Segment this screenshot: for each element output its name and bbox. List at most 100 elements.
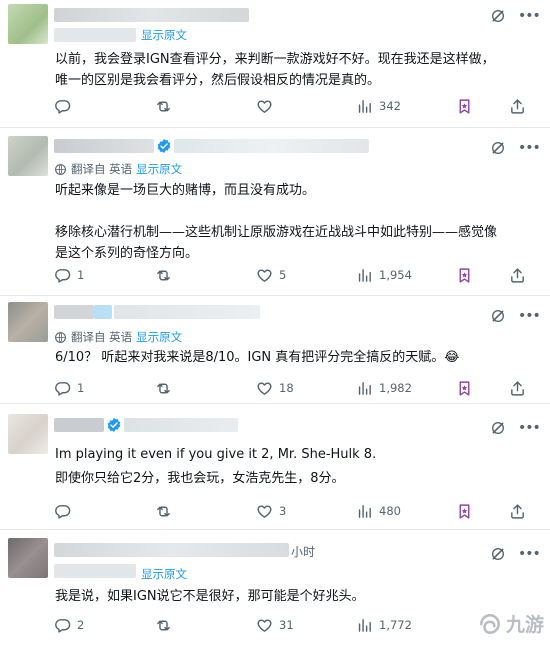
repost-button[interactable]: [155, 266, 178, 284]
heart-icon: [256, 380, 273, 397]
views-button[interactable]: 1,772: [356, 616, 412, 634]
show-original-link[interactable]: 显示原文: [136, 161, 182, 177]
grok-icon[interactable]: [490, 420, 506, 436]
reply-button[interactable]: 1: [54, 266, 84, 284]
bookmark-icon: [456, 267, 473, 284]
post-time[interactable]: 小时: [291, 543, 315, 560]
views-button[interactable]: 342: [356, 97, 401, 115]
bookmark-button[interactable]: [456, 97, 473, 115]
reply-button[interactable]: [54, 502, 77, 520]
bookmark-button[interactable]: [456, 502, 473, 520]
handle-redacted[interactable]: [54, 28, 136, 42]
bar-chart-icon: [356, 503, 373, 520]
translation-notice: 翻译自 英语 显示原文: [54, 161, 182, 177]
like-button[interactable]: 5: [256, 266, 286, 284]
watermark-swirl-icon: [480, 613, 500, 634]
repost-button[interactable]: [155, 616, 178, 634]
show-original-link[interactable]: 显示原文: [141, 566, 187, 582]
bookmark-button[interactable]: [456, 266, 473, 284]
handle-redacted[interactable]: [174, 139, 369, 153]
show-original-link[interactable]: 显示原文: [136, 329, 182, 345]
bookmark-button[interactable]: [456, 379, 473, 397]
reply-count: 1: [77, 268, 85, 282]
tweet-text: 听起来像是一场巨大的赌博，而且没有成功。 移除核心潜行机制——这些机制让原版游戏…: [55, 183, 498, 261]
reply-icon: [54, 617, 71, 634]
action-bar: 342: [54, 97, 534, 115]
like-count: 31: [279, 618, 294, 632]
reply-icon: [54, 503, 71, 520]
like-button[interactable]: 18: [256, 379, 294, 397]
display-name-redacted[interactable]: [54, 543, 289, 557]
more-icon[interactable]: •••: [518, 140, 541, 156]
tweet-2[interactable]: 翻译自 英语 显示原文 ••• 听起来像是一场巨大的赌博，而且没有成功。 移除核…: [0, 128, 550, 296]
avatar[interactable]: [8, 414, 48, 454]
bar-chart-icon: [356, 617, 373, 634]
bookmark-icon: [456, 503, 473, 520]
tweet-1[interactable]: 显示原文 ••• 以前，我会登录IGN查看评分，来判断一款游戏好不好。现在我还是…: [0, 0, 550, 128]
share-button[interactable]: [509, 97, 526, 115]
reply-count: 2: [77, 618, 85, 632]
reply-button[interactable]: 1: [54, 379, 84, 397]
show-original-link[interactable]: 显示原文: [141, 27, 187, 43]
like-count: 18: [279, 381, 294, 395]
reply-button[interactable]: [54, 97, 77, 115]
avatar[interactable]: [8, 4, 48, 44]
bar-chart-icon: [356, 380, 373, 397]
handle-redacted[interactable]: [54, 564, 136, 578]
like-button[interactable]: 31: [256, 616, 294, 634]
grok-icon[interactable]: [490, 140, 506, 156]
views-button[interactable]: 1,982: [356, 379, 412, 397]
bar-chart-icon: [356, 267, 373, 284]
display-name-redacted[interactable]: [54, 8, 249, 22]
heart-icon: [256, 503, 273, 520]
like-button[interactable]: [256, 97, 279, 115]
tweet-text: 我是说，如果IGN说它不是很好，那可能是个好兆头。: [55, 589, 365, 604]
share-button[interactable]: [509, 379, 526, 397]
reply-icon: [54, 380, 71, 397]
translate-icon: [54, 163, 67, 176]
repost-button[interactable]: [155, 379, 178, 397]
bookmark-icon: [456, 98, 473, 115]
more-icon[interactable]: •••: [518, 8, 541, 24]
bar-chart-icon: [356, 98, 373, 115]
display-name-redacted[interactable]: [54, 418, 104, 432]
more-icon[interactable]: •••: [518, 420, 541, 436]
more-icon[interactable]: •••: [518, 308, 541, 324]
repost-icon: [155, 380, 172, 397]
handle-redacted[interactable]: [114, 305, 260, 319]
avatar[interactable]: [8, 136, 48, 176]
share-button[interactable]: [509, 266, 526, 284]
more-icon[interactable]: •••: [518, 546, 541, 562]
translate-icon: [54, 331, 67, 344]
verified-badge-icon: [156, 138, 172, 154]
reply-count: 1: [77, 381, 85, 395]
display-name-redacted[interactable]: [54, 139, 154, 153]
heart-icon: [256, 267, 273, 284]
heart-icon: [256, 98, 273, 115]
translation-notice: 翻译自 英语 显示原文: [54, 329, 182, 345]
action-bar: 3 480: [54, 502, 534, 520]
like-button[interactable]: 3: [256, 502, 286, 520]
tweet-3[interactable]: 翻译自 英语 显示原文 ••• 6/10？ 听起来对我来说是8/10。IGN 真…: [0, 296, 550, 404]
views-button[interactable]: 1,954: [356, 266, 412, 284]
tweet-text: 6/10？ 听起来对我来说是8/10。IGN 真有把评分完全搞反的天赋。😂: [55, 350, 460, 365]
reply-icon: [54, 98, 71, 115]
grok-icon[interactable]: [490, 546, 506, 562]
display-name-redacted-accent[interactable]: [94, 305, 112, 319]
avatar[interactable]: [8, 538, 48, 578]
translated-from-label: 翻译自 英语: [71, 330, 133, 344]
display-name-redacted[interactable]: [54, 305, 94, 319]
translated-from-label: 翻译自 英语: [71, 162, 133, 176]
tweet-5[interactable]: 小时 显示原文 ••• 我是说，如果IGN说它不是很好，那可能是个好兆头。 2 …: [0, 530, 550, 645]
grok-icon[interactable]: [490, 8, 506, 24]
like-count: 3: [279, 504, 287, 518]
repost-button[interactable]: [155, 502, 178, 520]
reply-button[interactable]: 2: [54, 616, 84, 634]
avatar[interactable]: [8, 302, 48, 342]
share-button[interactable]: [509, 502, 526, 520]
views-button[interactable]: 480: [356, 502, 401, 520]
repost-button[interactable]: [155, 97, 178, 115]
grok-icon[interactable]: [490, 308, 506, 324]
tweet-4[interactable]: ••• Im playing it even if you give it 2,…: [0, 404, 550, 530]
handle-redacted[interactable]: [124, 418, 238, 432]
